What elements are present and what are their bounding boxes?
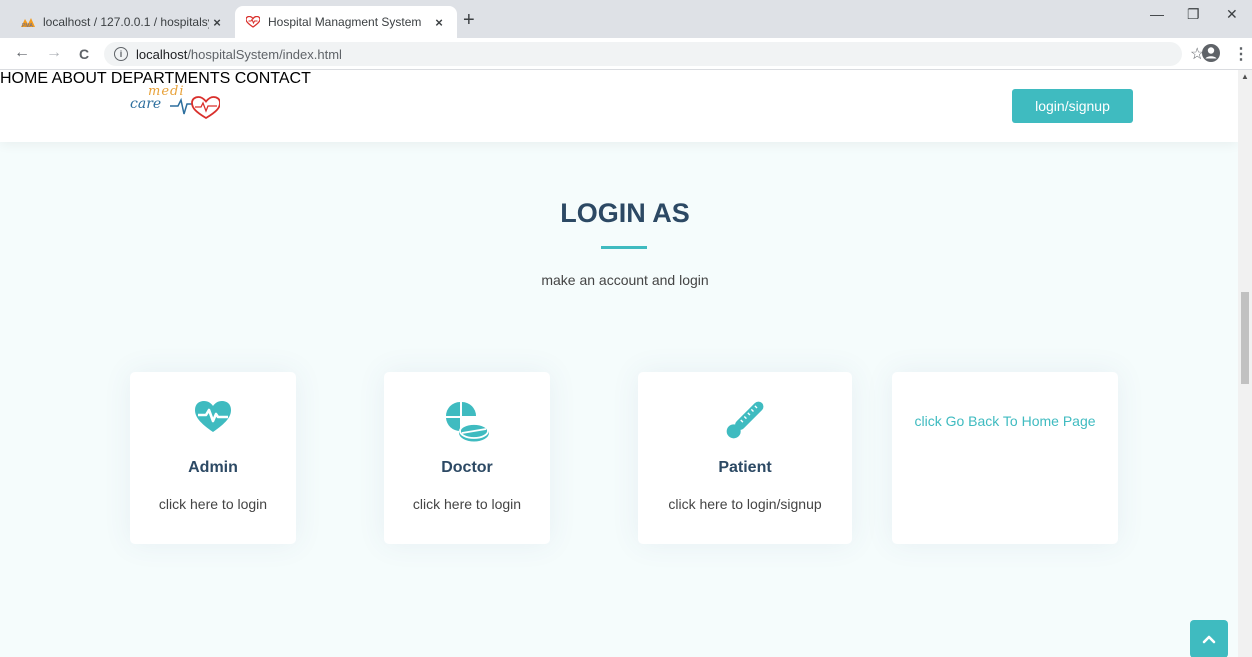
browser-menu-icon[interactable]: ⋮ bbox=[1233, 44, 1249, 64]
site-header: medi care HOME ABOUT DEPARTMENTS CONTACT… bbox=[0, 70, 1238, 142]
page-viewport: medi care HOME ABOUT DEPARTMENTS CONTACT… bbox=[0, 70, 1238, 657]
reload-button[interactable]: C bbox=[79, 46, 89, 62]
nav-home-link[interactable]: HOME bbox=[0, 70, 48, 87]
browser-toolbar: ← → C i localhost/hospitalSystem/index.h… bbox=[0, 38, 1252, 70]
address-bar[interactable]: i localhost/hospitalSystem/index.html bbox=[104, 42, 1182, 66]
card-description: click here to login bbox=[158, 496, 268, 512]
back-home-link[interactable]: click Go Back To Home Page bbox=[912, 410, 1098, 432]
window-close-button[interactable]: ✕ bbox=[1226, 6, 1238, 23]
chevron-up-icon bbox=[1202, 635, 1216, 644]
scroll-up-arrow-icon[interactable]: ▲ bbox=[1241, 72, 1249, 81]
back-button[interactable]: ← bbox=[14, 44, 30, 62]
profile-icon[interactable] bbox=[1200, 43, 1220, 68]
card-description: click here to login/signup bbox=[668, 496, 822, 512]
medicare-logo[interactable]: medi care bbox=[130, 82, 230, 132]
section-title: LOGIN AS bbox=[560, 198, 690, 228]
phpmyadmin-icon: PMA bbox=[20, 14, 36, 30]
section-subtitle: make an account and login bbox=[541, 272, 709, 288]
card-title: Admin bbox=[188, 459, 238, 476]
logo-text-bottom: care bbox=[130, 96, 162, 112]
browser-tabbar: PMA localhost / 127.0.0.1 / hospitalsys … bbox=[0, 0, 1252, 38]
heart-favicon-icon bbox=[245, 14, 261, 30]
info-icon[interactable]: i bbox=[114, 47, 128, 61]
patient-login-card[interactable]: Patient click here to login/signup bbox=[638, 372, 852, 544]
new-tab-button[interactable]: + bbox=[463, 10, 475, 30]
title-underline bbox=[601, 246, 647, 249]
tab-close-icon[interactable]: × bbox=[209, 15, 225, 30]
logo-heart-icon bbox=[170, 96, 220, 120]
back-home-card[interactable]: click Go Back To Home Page bbox=[892, 372, 1118, 544]
browser-tab-title: Hospital Managment System bbox=[268, 15, 422, 29]
admin-login-card[interactable]: Admin click here to login bbox=[130, 372, 296, 544]
card-title: Doctor bbox=[441, 459, 493, 476]
nav-about-link[interactable]: ABOUT bbox=[52, 70, 107, 87]
svg-text:PMA: PMA bbox=[22, 23, 34, 28]
heartbeat-icon bbox=[130, 400, 296, 444]
url-host: localhost bbox=[136, 46, 188, 62]
restore-button[interactable]: ❐ bbox=[1187, 6, 1200, 23]
url-path: /hospitalSystem/index.html bbox=[187, 46, 342, 62]
browser-tab-title: localhost / 127.0.0.1 / hospitalsys bbox=[43, 15, 209, 29]
browser-tab-hospital[interactable]: Hospital Managment System × bbox=[235, 6, 457, 38]
doctor-login-card[interactable]: Doctor click here to login bbox=[384, 372, 550, 544]
forward-button[interactable]: → bbox=[46, 44, 62, 62]
nav-contact-link[interactable]: CONTACT bbox=[235, 70, 311, 87]
back-to-top-button[interactable] bbox=[1190, 620, 1228, 657]
pills-icon bbox=[384, 400, 550, 444]
card-title: Patient bbox=[718, 459, 772, 476]
card-description: click here to login bbox=[412, 496, 522, 512]
page-scrollbar[interactable]: ▲ bbox=[1238, 70, 1252, 657]
scrollbar-thumb[interactable] bbox=[1241, 292, 1249, 384]
login-signup-button[interactable]: login/signup bbox=[1012, 89, 1133, 123]
minimize-button[interactable]: — bbox=[1150, 6, 1164, 22]
thermometer-icon bbox=[638, 400, 852, 444]
browser-tab-phpmyadmin[interactable]: PMA localhost / 127.0.0.1 / hospitalsys … bbox=[10, 6, 235, 38]
tab-close-icon[interactable]: × bbox=[431, 15, 447, 30]
